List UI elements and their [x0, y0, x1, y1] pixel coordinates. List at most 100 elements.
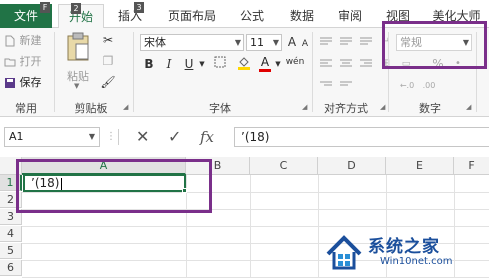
checkmark-icon: ✓ — [168, 127, 182, 146]
chevron-down-icon: ▼ — [74, 82, 80, 90]
cut-button[interactable]: ✂ — [100, 32, 116, 48]
scissors-icon: ✂ — [102, 33, 114, 47]
group-divider — [312, 32, 313, 112]
tab-review[interactable]: 审阅 — [330, 4, 370, 28]
borders-icon — [214, 56, 226, 68]
fill-color-button[interactable] — [236, 56, 252, 72]
group-label-number: 数字 — [419, 102, 441, 115]
tab-home[interactable]: 开始 2 — [58, 3, 104, 29]
copy-button[interactable]: ❐ — [100, 53, 116, 69]
chevron-down-icon[interactable]: ▼ — [198, 56, 206, 72]
tab-formulas-label: 公式 — [239, 9, 264, 23]
open-folder-icon — [4, 58, 16, 67]
keytip-file: F — [40, 2, 50, 13]
name-box-value: A1 — [9, 130, 24, 143]
group-label-clipboard: 剪贴板 — [74, 102, 108, 115]
highlight-box-cell-a1 — [16, 159, 212, 213]
font-name-select[interactable]: 宋体 ▼ — [140, 34, 244, 51]
chevron-down-icon: ▼ — [272, 38, 279, 47]
insert-function-button[interactable]: fx — [200, 127, 214, 147]
name-box[interactable]: A1 ▼ — [4, 127, 100, 147]
open-button[interactable]: 打开 — [4, 53, 42, 71]
dialog-launcher-icon[interactable]: ◢ — [123, 103, 128, 111]
group-label-font: 字体 — [209, 102, 231, 115]
tab-file[interactable]: 文件 F — [0, 2, 52, 28]
italic-label: I — [166, 57, 172, 71]
copy-icon: ❐ — [102, 54, 114, 68]
alignment-buttons — [318, 34, 378, 94]
row-header-4[interactable]: 4 — [0, 226, 22, 242]
keytip-home: 2 — [71, 3, 81, 14]
column-header-f[interactable]: F — [454, 157, 489, 175]
save-button-label: 保存 — [19, 76, 42, 89]
watermark: 系统之家 Win10net.com — [318, 228, 489, 278]
font-size-select[interactable]: 11 ▼ — [246, 34, 282, 51]
chevron-down-icon: ▼ — [88, 132, 95, 141]
dialog-launcher-icon[interactable]: ◢ — [380, 103, 385, 111]
chevron-down-icon: ▼ — [234, 38, 241, 47]
gridline — [22, 226, 489, 227]
formula-input-value: ’(18) — [241, 130, 270, 144]
tab-page-layout[interactable]: 页面布局 — [160, 4, 224, 28]
bold-button[interactable]: B — [142, 56, 156, 72]
column-header-c[interactable]: C — [250, 157, 318, 175]
paste-button[interactable]: 粘贴 ▼ — [62, 32, 94, 94]
tab-insert[interactable]: 插入 3 — [110, 2, 150, 28]
confirm-entry-button[interactable]: ✓ — [168, 127, 181, 147]
watermark-url: Win10net.com — [380, 256, 453, 267]
phonetic-label: wén — [285, 57, 305, 67]
save-disk-icon — [5, 78, 15, 88]
phonetic-button[interactable]: wén — [284, 54, 306, 70]
font-size-value: 11 — [250, 36, 264, 49]
increase-decimal-icon: ←.0 — [399, 81, 415, 90]
shrink-font-icon: A — [301, 39, 309, 49]
italic-button[interactable]: I — [162, 56, 176, 72]
decrease-decimal-icon: .00 — [422, 81, 436, 90]
cancel-entry-button[interactable]: ✕ — [136, 127, 149, 147]
highlight-box-number-format — [382, 21, 487, 69]
tab-file-label: 文件 — [13, 9, 38, 23]
format-painter-button[interactable]: 🖌 — [100, 74, 116, 90]
clipboard-paste-icon — [67, 32, 89, 61]
chevron-down-icon[interactable]: ▼ — [274, 56, 282, 72]
underline-button[interactable]: U — [182, 56, 196, 72]
paint-bucket-icon — [238, 57, 250, 70]
formula-input[interactable]: ’(18) — [234, 127, 489, 147]
dialog-launcher-icon[interactable]: ◢ — [302, 103, 307, 111]
group-label-alignment: 对齐方式 — [324, 102, 368, 115]
format-painter-icon: 🖌 — [100, 75, 116, 89]
group-divider — [133, 32, 134, 112]
watermark-title: 系统之家 — [368, 237, 440, 257]
row-header-6[interactable]: 6 — [0, 260, 22, 276]
underline-label: U — [184, 57, 194, 71]
new-button[interactable]: 新建 — [4, 32, 42, 50]
tab-review-label: 审阅 — [337, 9, 362, 23]
tab-data[interactable]: 数据 — [282, 4, 322, 28]
dialog-launcher-icon[interactable]: ◢ — [466, 103, 471, 111]
cancel-icon: ✕ — [136, 127, 150, 146]
group-label-common: 常用 — [15, 102, 37, 115]
formula-bar: A1 ▼ ⋮ ✕ ✓ fx ’(18) — [0, 125, 489, 149]
shrink-font-button[interactable]: A — [300, 36, 310, 52]
column-header-e[interactable]: E — [386, 157, 454, 175]
open-button-label: 打开 — [19, 55, 42, 68]
drag-handle-icon[interactable]: ⋮ — [106, 131, 116, 142]
group-divider — [54, 32, 55, 112]
decrease-decimal-button[interactable]: .00 — [420, 78, 438, 94]
save-button[interactable]: 保存 — [4, 74, 42, 92]
tab-formulas[interactable]: 公式 — [232, 4, 272, 28]
keytip-insert: 3 — [134, 2, 144, 13]
font-color-label: A — [260, 55, 270, 69]
column-header-d[interactable]: D — [318, 157, 386, 175]
bold-label: B — [144, 57, 154, 71]
font-color-button[interactable]: A — [258, 54, 272, 72]
font-name-value: 宋体 — [144, 36, 166, 49]
tab-data-label: 数据 — [289, 9, 314, 23]
row-header-5[interactable]: 5 — [0, 243, 22, 259]
house-logo-icon — [326, 235, 362, 270]
increase-decimal-button[interactable]: ←.0 — [398, 78, 416, 94]
new-file-icon — [5, 35, 15, 47]
font-color-swatch — [259, 69, 271, 72]
grow-font-button[interactable]: A — [286, 34, 298, 50]
borders-button[interactable] — [212, 56, 228, 72]
